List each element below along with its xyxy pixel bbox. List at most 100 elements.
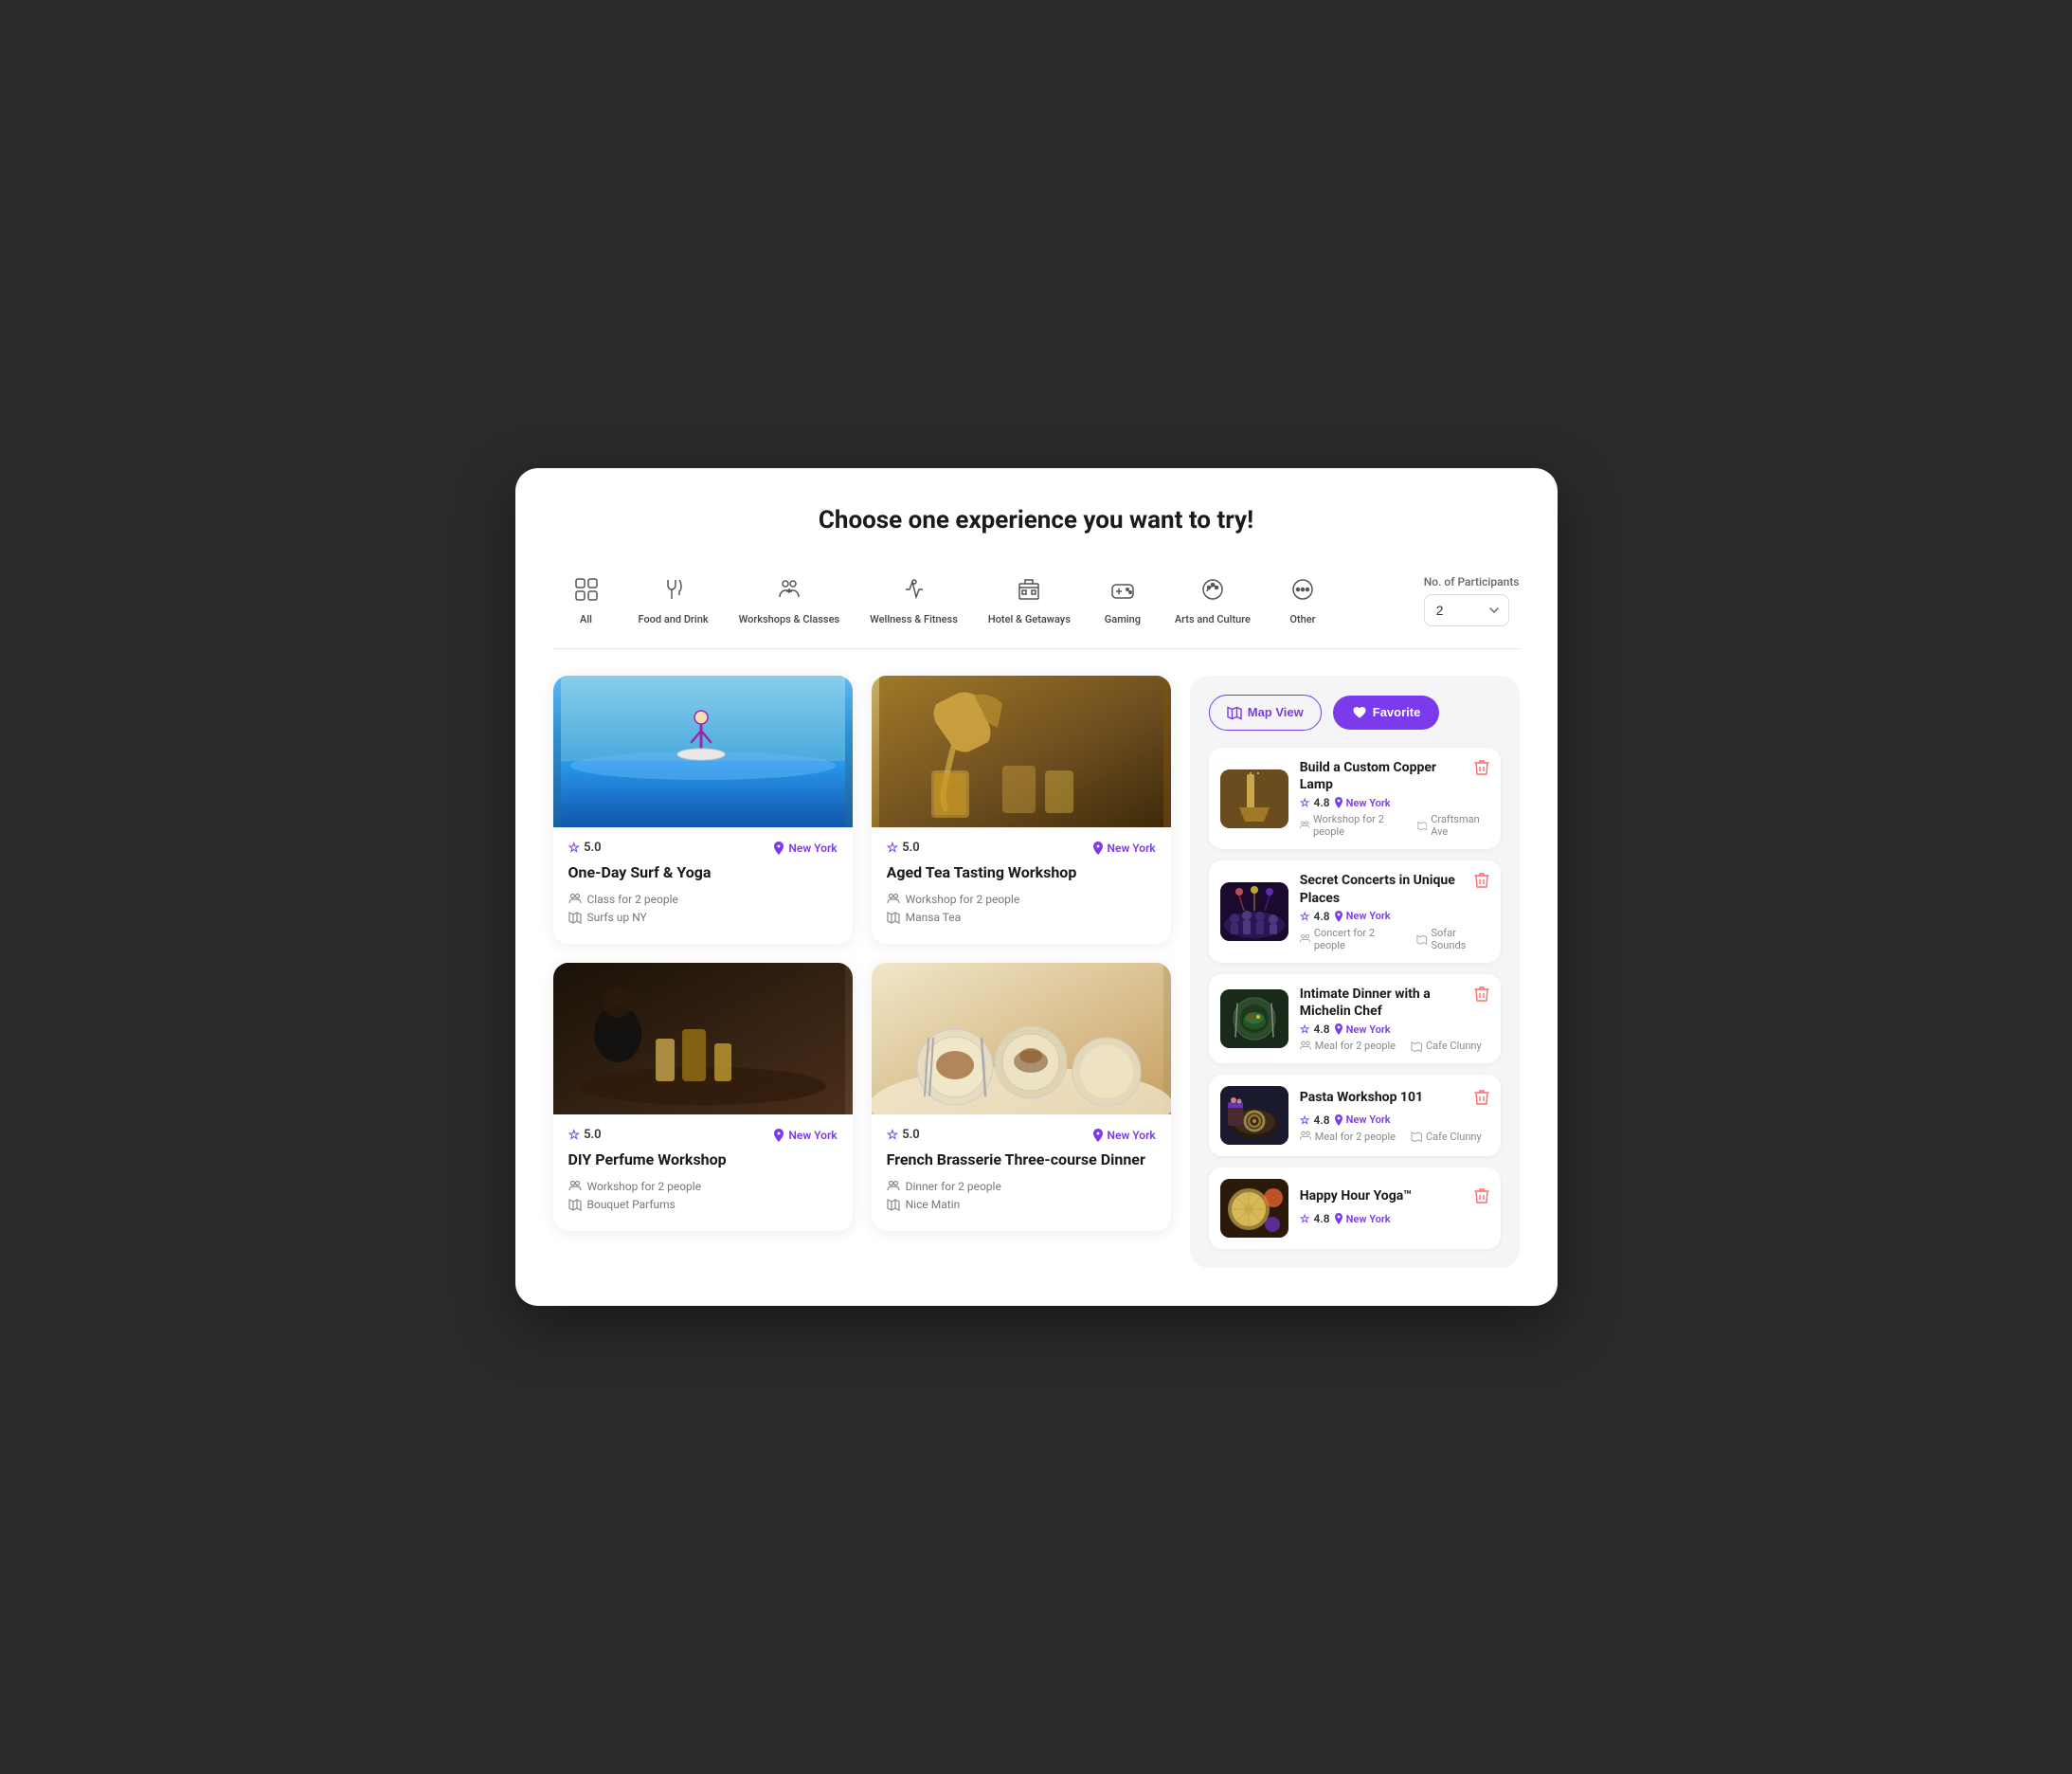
exp-card-diy-perfume[interactable]: ☆ 5.0 New York DIY Perfume Workshop Work…	[553, 963, 853, 1231]
fav-rating-lamp: ☆ 4.8 New York	[1300, 796, 1489, 809]
fav-item-title-pasta: Pasta Workshop 101	[1300, 1089, 1467, 1106]
fav-item-header-michelin: Intimate Dinner with a Michelin Chef	[1300, 986, 1489, 1020]
arts-icon	[1199, 576, 1226, 607]
page-title: Choose one experience you want to try!	[553, 506, 1520, 534]
fav-img-yoga	[1220, 1179, 1288, 1238]
middle-col: ☆ 5.0 New York Aged Tea Tasting Workshop…	[872, 676, 1171, 1231]
category-item-other[interactable]: Other	[1270, 569, 1336, 633]
exp-meta-french: ☆ 5.0 New York	[887, 1128, 1156, 1143]
location-french: New York	[1092, 1129, 1156, 1142]
fav-venue-value-lamp: Craftsman Ave	[1431, 813, 1488, 838]
location-pin-icon-french	[1092, 1129, 1104, 1142]
app-container: Choose one experience you want to try! A…	[515, 468, 1558, 1306]
exp-card-surf-yoga[interactable]: ☆ 5.0 New York One-Day Surf & Yoga Class…	[553, 676, 853, 944]
star-icon-tea: ☆	[887, 841, 899, 856]
location-value-tea: New York	[1108, 842, 1156, 855]
fav-type-value-concerts: Concert for 2 people	[1314, 927, 1402, 951]
category-item-arts[interactable]: Arts and Culture	[1163, 569, 1262, 633]
fav-rating-value-concerts: 4.8	[1314, 910, 1330, 923]
delete-btn-yoga[interactable]	[1474, 1187, 1489, 1209]
map-view-button[interactable]: Map View	[1209, 695, 1322, 731]
participants-select[interactable]: 1 2 3 4	[1424, 594, 1509, 626]
delete-btn-lamp[interactable]	[1474, 759, 1489, 781]
fav-type-value-lamp: Workshop for 2 people	[1313, 813, 1402, 838]
fav-item-copper-lamp[interactable]: Build a Custom Copper Lamp ☆ 4.8 New Yor…	[1209, 748, 1501, 849]
exp-card-body-perfume: ☆ 5.0 New York DIY Perfume Workshop Work…	[553, 1114, 853, 1231]
delete-btn-concerts[interactable]	[1474, 872, 1489, 894]
favorite-button[interactable]: Favorite	[1333, 696, 1440, 730]
category-item-hotel[interactable]: Hotel & Getaways	[977, 569, 1082, 633]
category-item-all[interactable]: All	[553, 569, 620, 633]
fav-item-header-lamp: Build a Custom Copper Lamp	[1300, 759, 1489, 793]
exp-rating-perfume: ☆ 5.0	[568, 1128, 602, 1143]
category-label-all: All	[580, 613, 592, 625]
star-icon-fav-michelin: ☆	[1300, 1023, 1310, 1036]
star-icon-fav-pasta: ☆	[1300, 1113, 1310, 1127]
fav-item-title-lamp: Build a Custom Copper Lamp	[1300, 759, 1467, 793]
location-tea: New York	[1092, 842, 1156, 855]
category-label-food: Food and Drink	[639, 613, 709, 625]
left-col: ☆ 5.0 New York One-Day Surf & Yoga Class…	[553, 676, 853, 1231]
people-icon-fav-pasta	[1300, 1131, 1311, 1142]
fav-item-title-michelin: Intimate Dinner with a Michelin Chef	[1300, 986, 1467, 1020]
location-pin-icon-perfume	[773, 1129, 784, 1142]
fav-item-secret-concerts[interactable]: Secret Concerts in Unique Places ☆ 4.8 N…	[1209, 860, 1501, 962]
delete-btn-pasta[interactable]	[1474, 1089, 1489, 1111]
exp-card-aged-tea[interactable]: ☆ 5.0 New York Aged Tea Tasting Workshop…	[872, 676, 1171, 944]
fav-rating-yoga: ☆ 4.8 New York	[1300, 1212, 1489, 1225]
fav-item-title-yoga: Happy Hour Yoga™	[1300, 1187, 1467, 1204]
exp-type-tea: Workshop for 2 people	[887, 893, 1156, 906]
category-label-hotel: Hotel & Getaways	[988, 613, 1071, 625]
fav-details-michelin: Meal for 2 people Cafe Clunny	[1300, 1040, 1489, 1052]
category-item-wellness[interactable]: Wellness & Fitness	[858, 569, 969, 633]
fav-type-value-pasta: Meal for 2 people	[1315, 1131, 1396, 1143]
all-icon	[573, 576, 600, 607]
exp-meta-tea: ☆ 5.0 New York	[887, 841, 1156, 856]
exp-venue-french: Nice Matin	[887, 1198, 1156, 1211]
exp-card-body-surf: ☆ 5.0 New York One-Day Surf & Yoga Class…	[553, 827, 853, 944]
fav-rating-value-michelin: 4.8	[1314, 1023, 1330, 1036]
people-icon-fav-concerts	[1300, 933, 1310, 945]
fav-details-pasta: Meal for 2 people Cafe Clunny	[1300, 1131, 1489, 1143]
fav-type-lamp: Workshop for 2 people	[1300, 813, 1402, 838]
fav-type-concerts: Concert for 2 people	[1300, 927, 1402, 951]
fav-img-michelin	[1220, 989, 1288, 1048]
map-view-label: Map View	[1248, 705, 1304, 719]
fav-rating-michelin: ☆ 4.8 New York	[1300, 1023, 1489, 1036]
fav-type-pasta: Meal for 2 people	[1300, 1131, 1396, 1143]
fav-item-happy-hour-yoga[interactable]: Happy Hour Yoga™ ☆ 4.8 New York	[1209, 1168, 1501, 1249]
fav-location-value-yoga: New York	[1346, 1213, 1391, 1225]
panel-actions: Map View Favorite	[1209, 695, 1501, 731]
map-icon-fav-pasta	[1411, 1131, 1422, 1142]
exp-type-value-surf: Class for 2 people	[587, 893, 678, 906]
fav-location-lamp: New York	[1334, 797, 1391, 809]
exp-card-french-dinner[interactable]: ☆ 5.0 New York French Brasserie Three-co…	[872, 963, 1171, 1231]
category-item-workshops[interactable]: Workshops & Classes	[728, 569, 852, 633]
fav-location-michelin: New York	[1334, 1023, 1391, 1036]
fav-details-concerts: Concert for 2 people Sofar Sounds	[1300, 927, 1489, 951]
fav-item-info-pasta: Pasta Workshop 101 ☆ 4.8 New York	[1300, 1089, 1489, 1143]
category-item-gaming[interactable]: Gaming	[1090, 569, 1156, 633]
delete-btn-michelin[interactable]	[1474, 986, 1489, 1007]
favorites-panel: Map View Favorite	[1190, 676, 1520, 1268]
exp-type-french: Dinner for 2 people	[887, 1180, 1156, 1193]
location-pin-fav-pasta	[1334, 1114, 1343, 1126]
map-icon-fav-lamp	[1417, 820, 1427, 831]
fav-type-value-michelin: Meal for 2 people	[1315, 1040, 1396, 1052]
fav-item-michelin-dinner[interactable]: Intimate Dinner with a Michelin Chef ☆ 4…	[1209, 974, 1501, 1063]
category-label-gaming: Gaming	[1105, 613, 1141, 625]
category-label-arts: Arts and Culture	[1175, 613, 1251, 625]
exp-venue-tea: Mansa Tea	[887, 911, 1156, 924]
fav-rating-concerts: ☆ 4.8 New York	[1300, 910, 1489, 923]
fav-venue-value-concerts: Sofar Sounds	[1432, 927, 1489, 951]
category-item-food[interactable]: Food and Drink	[627, 569, 720, 633]
fav-location-value-michelin: New York	[1346, 1023, 1391, 1036]
exp-venue-value-surf: Surfs up NY	[587, 911, 647, 924]
exp-title-perfume: DIY Perfume Workshop	[568, 1150, 838, 1170]
fav-item-info-michelin: Intimate Dinner with a Michelin Chef ☆ 4…	[1300, 986, 1489, 1052]
exp-venue-value-perfume: Bouquet Parfums	[587, 1198, 676, 1211]
trash-icon-pasta	[1474, 1089, 1489, 1106]
category-label-workshops: Workshops & Classes	[739, 613, 840, 625]
fav-item-pasta-workshop[interactable]: Pasta Workshop 101 ☆ 4.8 New York	[1209, 1075, 1501, 1156]
fav-rating-value-yoga: 4.8	[1314, 1212, 1330, 1225]
